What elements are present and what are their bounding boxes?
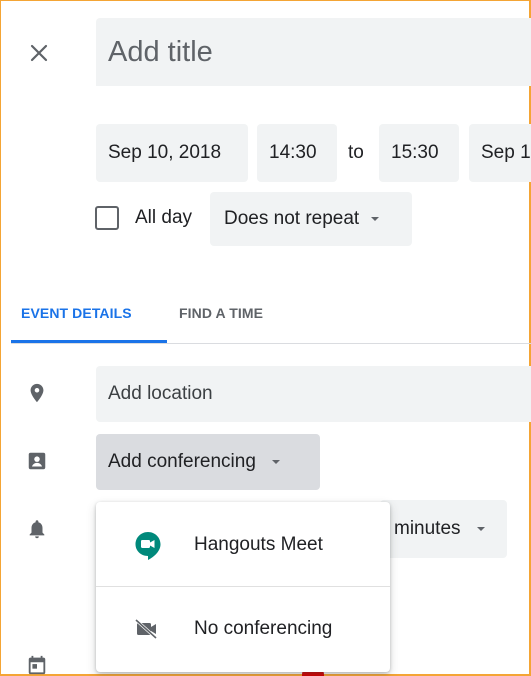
add-conferencing-button[interactable]: Add conferencing [96, 434, 320, 490]
menu-item-label: Hangouts Meet [194, 534, 323, 555]
bell-icon [29, 520, 45, 539]
end-time-chip[interactable]: 15:30 [379, 124, 459, 182]
chevron-down-icon [371, 217, 380, 221]
add-conferencing-label: Add conferencing [108, 451, 256, 472]
calendar-icon [28, 655, 46, 675]
conferencing-menu: Hangouts Meet No conferencing [96, 502, 390, 672]
menu-item-label: No conferencing [194, 618, 333, 639]
start-time: 14:30 [269, 142, 317, 163]
repeat-dropdown[interactable]: Does not repeat [210, 192, 412, 246]
chevron-down-icon [271, 460, 280, 464]
start-date: Sep 10, 2018 [108, 142, 222, 163]
to-label: to [348, 142, 364, 163]
conferencing-icon [28, 452, 46, 470]
location-field[interactable] [96, 366, 531, 422]
close-button[interactable] [24, 38, 54, 68]
start-date-chip[interactable]: Sep 10, 2018 [96, 124, 248, 182]
title-input[interactable] [96, 18, 531, 86]
hangouts-meet-icon [135, 532, 161, 560]
end-date-chip[interactable]: Sep 1 [469, 124, 531, 182]
menu-divider [96, 586, 390, 587]
chevron-down-icon [476, 527, 485, 531]
end-time: 15:30 [391, 142, 439, 163]
tab-event-details[interactable]: EVENT DETAILS [21, 305, 132, 321]
tab-divider [11, 343, 531, 344]
location-pin-icon [30, 383, 44, 403]
close-icon [30, 44, 48, 62]
tab-find-a-time[interactable]: FIND A TIME [179, 305, 263, 321]
notification-unit: minutes [394, 518, 461, 539]
menu-item-hangouts-meet[interactable]: Hangouts Meet [96, 504, 390, 586]
menu-item-no-conferencing[interactable]: No conferencing [96, 588, 390, 670]
title-field[interactable] [96, 18, 531, 86]
end-date: Sep 1 [481, 142, 531, 163]
location-input[interactable] [96, 366, 531, 422]
all-day-checkbox[interactable] [95, 206, 119, 230]
repeat-value: Does not repeat [224, 208, 360, 229]
start-time-chip[interactable]: 14:30 [257, 124, 337, 182]
video-off-icon [134, 618, 158, 640]
notification-unit-dropdown[interactable]: minutes [380, 500, 507, 558]
all-day-label: All day [135, 207, 193, 228]
